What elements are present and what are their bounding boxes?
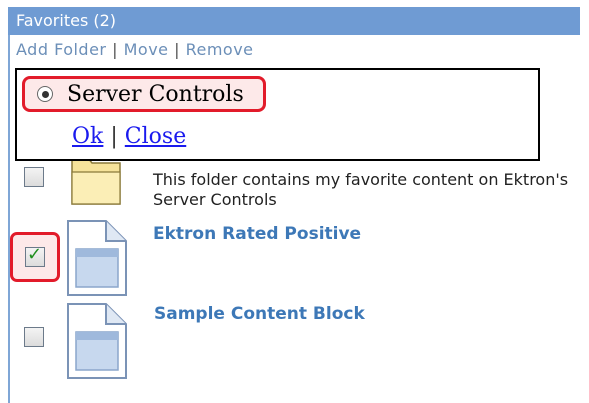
add-folder-link[interactable]: Add Folder — [16, 40, 107, 59]
radio-option-server-controls[interactable]: Server Controls — [22, 76, 266, 112]
item-title-sample-content-block[interactable]: Sample Content Block — [154, 304, 365, 324]
folder-description: This folder contains my favorite content… — [153, 170, 569, 209]
item-checkbox-ektron-rated-positive[interactable] — [25, 244, 45, 267]
toolbar-separator: | — [112, 40, 118, 59]
move-popup: Server Controls Ok | Close — [15, 68, 540, 161]
ok-link[interactable]: Ok — [72, 124, 103, 149]
popup-actions: Ok | Close — [72, 124, 186, 149]
item-checkbox-sample-content-block[interactable] — [24, 327, 44, 347]
popup-separator: | — [110, 124, 118, 149]
remove-link[interactable]: Remove — [186, 40, 254, 59]
document-icon — [66, 302, 128, 384]
item-title-ektron-rated-positive[interactable]: Ektron Rated Positive — [153, 224, 361, 244]
favorites-toolbar: Add Folder | Move | Remove — [16, 40, 254, 59]
radio-selected-icon[interactable] — [37, 86, 53, 102]
close-link[interactable]: Close — [125, 124, 186, 149]
favorites-title: Favorites (2) — [16, 11, 117, 30]
toolbar-separator: | — [174, 40, 180, 59]
move-link[interactable]: Move — [124, 40, 169, 59]
folder-icon — [68, 152, 124, 212]
document-icon — [66, 219, 128, 301]
folder-checkbox[interactable] — [24, 167, 44, 187]
favorites-header: Favorites (2) — [8, 7, 580, 35]
radio-label: Server Controls — [67, 81, 244, 107]
